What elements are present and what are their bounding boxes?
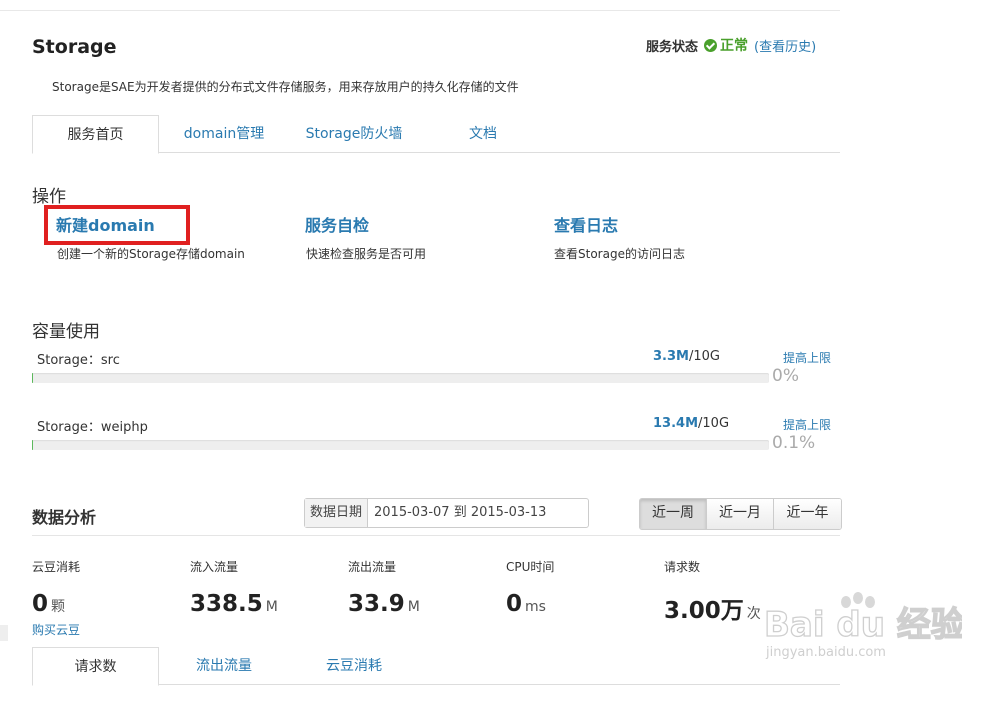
metric-label-requests: 请求数 [664, 560, 701, 574]
tab-outbound-traffic[interactable]: 流出流量 [182, 647, 266, 685]
page-edge-stub [0, 625, 8, 641]
capacity-fill-src [32, 373, 34, 383]
highlight-annotation [44, 205, 190, 245]
metric-value-inbound: 338.5 M [190, 591, 278, 617]
metric-label-outbound: 流出流量 [348, 560, 397, 574]
date-value[interactable]: 2015-03-07 到 2015-03-13 [368, 499, 546, 527]
capacity-percent-src: 0% [772, 366, 799, 386]
tab-docs[interactable]: 文档 [452, 115, 514, 153]
capacity-percent-weiphp: 0.1% [772, 433, 816, 453]
analysis-divider [32, 535, 840, 536]
service-selfcheck-link[interactable]: 服务自检 [305, 212, 369, 236]
metric-unit-requests: 次 [746, 606, 761, 622]
capacity-usage-src: 3.3M/10G [653, 349, 720, 364]
check-circle-icon [704, 38, 718, 52]
service-selfcheck-desc: 快速检查服务是否可用 [306, 247, 427, 261]
capacity-bar-weiphp [32, 440, 769, 450]
buy-beans-link[interactable]: 购买云豆 [32, 621, 80, 638]
metric-label-beans: 云豆消耗 [32, 560, 81, 574]
view-logs-desc: 查看Storage的访问日志 [554, 247, 685, 261]
capacity-total-weiphp: /10G [698, 416, 730, 431]
metric-unit-cpu: ms [525, 599, 546, 615]
top-divider [0, 10, 840, 11]
status-label: 服务状态 [646, 39, 699, 55]
capacity-bar-src [32, 373, 769, 383]
tab-domain-management[interactable]: domain管理 [172, 115, 276, 153]
metric-label-cpu: CPU时间 [506, 560, 555, 574]
metric-label-inbound: 流入流量 [190, 560, 239, 574]
capacity-fill-weiphp [32, 440, 34, 450]
main-tabs: 服务首页 domain管理 Storage防火墙 文档 [32, 115, 840, 154]
metric-value-outbound: 33.9 M [348, 591, 420, 617]
capacity-heading: 容量使用 [32, 322, 100, 342]
service-description: Storage是SAE为开发者提供的分布式文件存储服务，用来存放用户的持久化存储… [52, 80, 519, 94]
range-month-button[interactable]: 近一月 [707, 499, 774, 529]
metric-number-inbound: 338.5 [190, 591, 263, 617]
capacity-total-src: /10G [688, 349, 720, 364]
capacity-usage-weiphp: 13.4M/10G [653, 416, 729, 431]
paw-icon [841, 592, 875, 608]
metric-value-requests: 3.00万次 [664, 591, 761, 625]
metric-unit-inbound: M [265, 599, 278, 615]
metric-value-beans: 0颗 [32, 591, 65, 617]
tab-storage-firewall[interactable]: Storage防火墙 [294, 115, 414, 153]
tab-home[interactable]: 服务首页 [32, 115, 159, 154]
date-label: 数据日期 [305, 499, 369, 527]
metric-number-requests: 3.00万 [664, 598, 744, 624]
capacity-used-src: 3.3M [653, 349, 689, 364]
watermark-brand: Bai du 经验 [764, 605, 962, 645]
capacity-used-weiphp: 13.4M [653, 416, 699, 431]
analysis-heading: 数据分析 [32, 508, 97, 527]
range-week-button[interactable]: 近一周 [640, 499, 707, 529]
status-value: 正常 [720, 38, 749, 54]
page-title: Storage [32, 36, 117, 58]
range-year-button[interactable]: 近一年 [774, 499, 841, 529]
metric-unit-outbound: M [407, 599, 420, 615]
tab-requests[interactable]: 请求数 [32, 647, 159, 686]
metric-number-cpu: 0 [506, 591, 523, 617]
metric-unit-beans: 颗 [51, 599, 66, 615]
view-logs-link[interactable]: 查看日志 [554, 212, 618, 236]
view-history-link[interactable]: (查看历史) [754, 36, 816, 55]
new-domain-desc: 创建一个新的Storage存储domain [57, 247, 245, 261]
capacity-label-weiphp: Storage：weiphp [37, 420, 148, 435]
metric-number-outbound: 33.9 [348, 591, 405, 617]
raise-limit-link-src[interactable]: 提高上限 [783, 349, 831, 366]
date-range-field[interactable]: 数据日期 2015-03-07 到 2015-03-13 [304, 498, 589, 528]
operations-heading: 操作 [32, 187, 66, 207]
metric-value-cpu: 0 ms [506, 591, 546, 617]
raise-limit-link-weiphp[interactable]: 提高上限 [783, 416, 831, 433]
service-status: 服务状态 正常 (查看历史) [646, 35, 816, 55]
chart-tabs: 请求数 流出流量 云豆消耗 [32, 647, 840, 686]
capacity-label-src: Storage：src [37, 353, 120, 368]
metric-number-beans: 0 [32, 591, 49, 617]
tab-bean-consumption[interactable]: 云豆消耗 [312, 647, 396, 685]
range-selector: 近一周 近一月 近一年 [639, 498, 842, 530]
